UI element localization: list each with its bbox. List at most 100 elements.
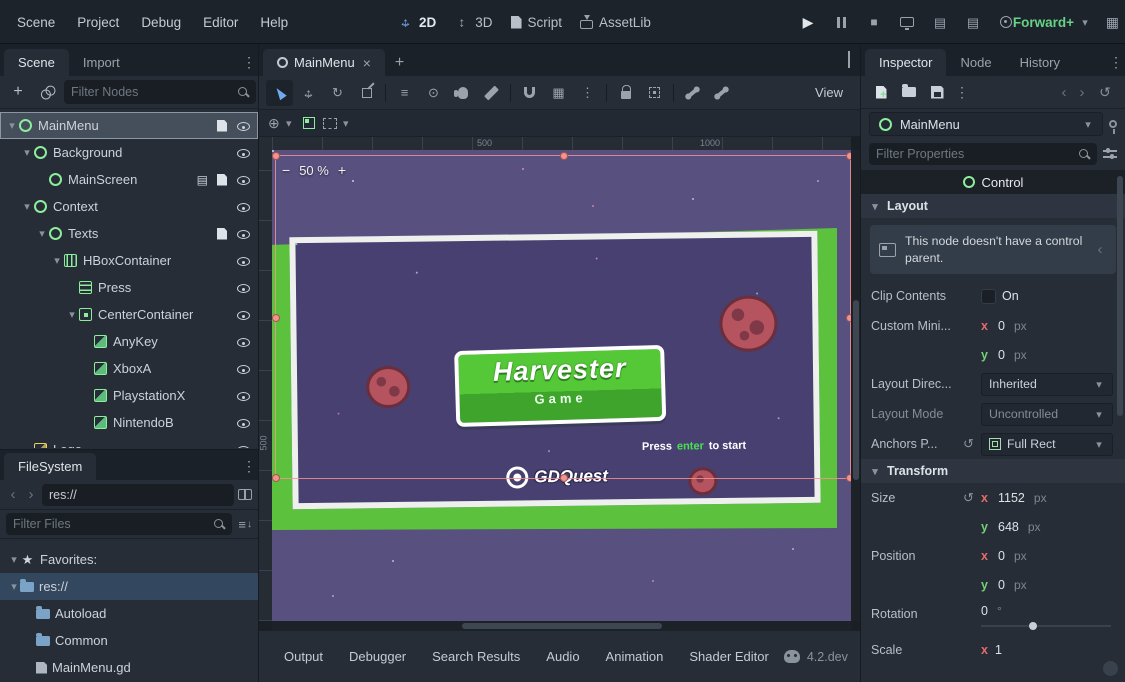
path-field[interactable] xyxy=(42,484,234,506)
zoom-label[interactable]: 50 % xyxy=(299,163,329,178)
visibility-eye-icon[interactable] xyxy=(236,389,252,403)
tree-node-texts[interactable]: ▾ Texts xyxy=(0,220,258,247)
visibility-eye-icon[interactable] xyxy=(236,308,252,322)
position-y-field[interactable]: 0 xyxy=(998,578,1005,592)
tree-node-background[interactable]: ▾ Background xyxy=(0,139,258,166)
tab-history[interactable]: History xyxy=(1006,49,1074,76)
tree-node-centercontainer[interactable]: ▾ CenterContainer xyxy=(0,301,258,328)
revert-icon[interactable]: ↺ xyxy=(963,483,981,506)
workspace-assetlib[interactable]: AssetLib xyxy=(580,15,651,30)
collapse-arrow[interactable]: ▾ xyxy=(36,227,48,240)
dock-options-kebab[interactable]: ⋮ xyxy=(240,54,258,71)
select-tool[interactable] xyxy=(266,80,293,106)
selection-handle[interactable] xyxy=(560,152,568,160)
warning-collapse-chevron[interactable]: ‹ xyxy=(1093,241,1107,258)
layout-mode-dropdown[interactable]: Uncontrolled ▾ xyxy=(981,403,1113,426)
tree-node-mainscreen[interactable]: MainScreen ▤ xyxy=(0,166,258,193)
tree-node-nintendob[interactable]: NintendoB xyxy=(0,409,258,436)
visibility-eye-icon[interactable] xyxy=(236,173,252,187)
anchor-preset-button[interactable] xyxy=(303,117,315,129)
visibility-eye-icon[interactable] xyxy=(236,281,252,295)
object-history-button[interactable]: ↺ xyxy=(1093,80,1117,104)
anchors-preset-dropdown[interactable]: Full Rect ▾ xyxy=(981,433,1113,456)
visibility-eye-icon[interactable] xyxy=(236,362,252,376)
filter-properties-input[interactable] xyxy=(876,147,1073,161)
scale-tool[interactable] xyxy=(353,80,380,106)
tab-import[interactable]: Import xyxy=(69,49,134,76)
nav-forward-button[interactable]: › xyxy=(24,486,38,503)
selection-handle[interactable] xyxy=(272,314,280,322)
fs-item-res-root[interactable]: ▾ res:// xyxy=(0,573,258,600)
inspector-options-kebab[interactable]: ⋮ xyxy=(1107,54,1125,71)
rotation-slider[interactable] xyxy=(981,625,1111,627)
vertical-scrollbar[interactable] xyxy=(851,150,860,621)
visibility-eye-icon[interactable] xyxy=(236,335,252,349)
collapse-arrow[interactable]: ▾ xyxy=(8,580,20,593)
play-scene-button[interactable]: ▤ xyxy=(927,9,953,35)
tree-node-anykey[interactable]: AnyKey xyxy=(0,328,258,355)
tune-icon[interactable] xyxy=(1103,148,1117,160)
instance-scene-button[interactable] xyxy=(35,80,59,104)
position-x-field[interactable]: 0 xyxy=(998,549,1005,563)
revert-icon[interactable]: ↺ xyxy=(963,429,981,452)
bottom-tab-search-results[interactable]: Search Results xyxy=(421,643,531,670)
renderer-dropdown[interactable]: Forward+ ▾ xyxy=(1013,0,1091,44)
skeleton-options-button[interactable] xyxy=(708,80,735,106)
fs-item-mainmenu-gd[interactable]: MainMenu.gd xyxy=(0,654,258,681)
load-resource-button[interactable] xyxy=(897,80,921,104)
smart-snap-toggle[interactable] xyxy=(516,80,543,106)
custom-min-x-field[interactable]: 0 xyxy=(998,319,1005,333)
fs-item-common[interactable]: Common xyxy=(0,627,258,654)
move-tool[interactable]: ↔↕ xyxy=(295,80,322,106)
region-select-menu[interactable]: ▾ xyxy=(323,117,352,130)
tab-node[interactable]: Node xyxy=(946,49,1005,76)
menu-help[interactable]: Help xyxy=(249,0,299,44)
scene-tab-mainmenu[interactable]: MainMenu × xyxy=(263,49,385,76)
workspace-3d[interactable]: ↕ 3D xyxy=(454,15,492,30)
tree-node-press[interactable]: Press xyxy=(0,274,258,301)
history-forward-button[interactable]: › xyxy=(1075,84,1089,101)
slider-knob[interactable] xyxy=(1029,622,1037,630)
menu-scene[interactable]: Scene xyxy=(6,0,66,44)
tree-node-playstationx[interactable]: PlaystationX xyxy=(0,382,258,409)
remote-debug-button[interactable] xyxy=(894,9,920,35)
tree-node-mainmenu[interactable]: ▾ MainMenu xyxy=(0,112,258,139)
size-y-field[interactable]: 648 xyxy=(998,520,1019,534)
nav-back-button[interactable]: ‹ xyxy=(6,486,20,503)
tree-node-xboxa[interactable]: XboxA xyxy=(0,355,258,382)
sort-files-button[interactable]: ≡↓ xyxy=(238,517,252,532)
menu-project[interactable]: Project xyxy=(66,0,130,44)
selection-handle[interactable] xyxy=(560,474,568,482)
tab-filesystem[interactable]: FileSystem xyxy=(4,453,96,480)
layout-warning[interactable]: This node doesn't have a control parent.… xyxy=(870,225,1116,274)
collapse-arrow[interactable]: ▾ xyxy=(8,553,20,566)
split-view-toggle-icon[interactable] xyxy=(238,489,252,500)
visibility-eye-icon[interactable] xyxy=(236,200,252,214)
visibility-eye-icon[interactable] xyxy=(236,254,252,268)
fs-item-autoload[interactable]: Autoload xyxy=(0,600,258,627)
bottom-tab-shader-editor[interactable]: Shader Editor xyxy=(678,643,780,670)
script-icon[interactable] xyxy=(217,120,227,132)
size-x-field[interactable]: 1152 xyxy=(998,491,1025,505)
collapse-arrow[interactable]: ▾ xyxy=(21,146,33,159)
pivot-tool[interactable]: ⊙ xyxy=(420,80,447,106)
tab-scene[interactable]: Scene xyxy=(4,49,69,76)
visibility-eye-icon[interactable] xyxy=(236,146,252,160)
workspace-2d[interactable]: ↔↕ 2D xyxy=(398,15,436,30)
tree-node-hboxcontainer[interactable]: ▾ HBoxContainer xyxy=(0,247,258,274)
bottom-tab-animation[interactable]: Animation xyxy=(595,643,675,670)
resource-options-kebab[interactable]: ⋮ xyxy=(953,84,971,101)
ruler-tool[interactable] xyxy=(478,80,505,106)
scrollbar-thumb[interactable] xyxy=(462,623,662,629)
scale-x-field[interactable]: 1 xyxy=(995,643,1002,657)
filter-files-input[interactable] xyxy=(13,517,208,531)
custom-min-y-field[interactable]: 0 xyxy=(998,348,1005,362)
play-custom-scene-button[interactable]: ▤ xyxy=(960,9,986,35)
filesystem-options-kebab[interactable]: ⋮ xyxy=(240,458,258,475)
center-view-menu[interactable]: ⊕ ▾ xyxy=(268,115,295,132)
inspected-node-dropdown[interactable]: MainMenu ▾ xyxy=(869,112,1103,136)
script-icon[interactable] xyxy=(217,228,227,240)
scrollbar-thumb[interactable] xyxy=(1117,176,1123,416)
snap-options-kebab[interactable]: ⋮ xyxy=(574,80,601,106)
pause-button[interactable] xyxy=(828,9,854,35)
